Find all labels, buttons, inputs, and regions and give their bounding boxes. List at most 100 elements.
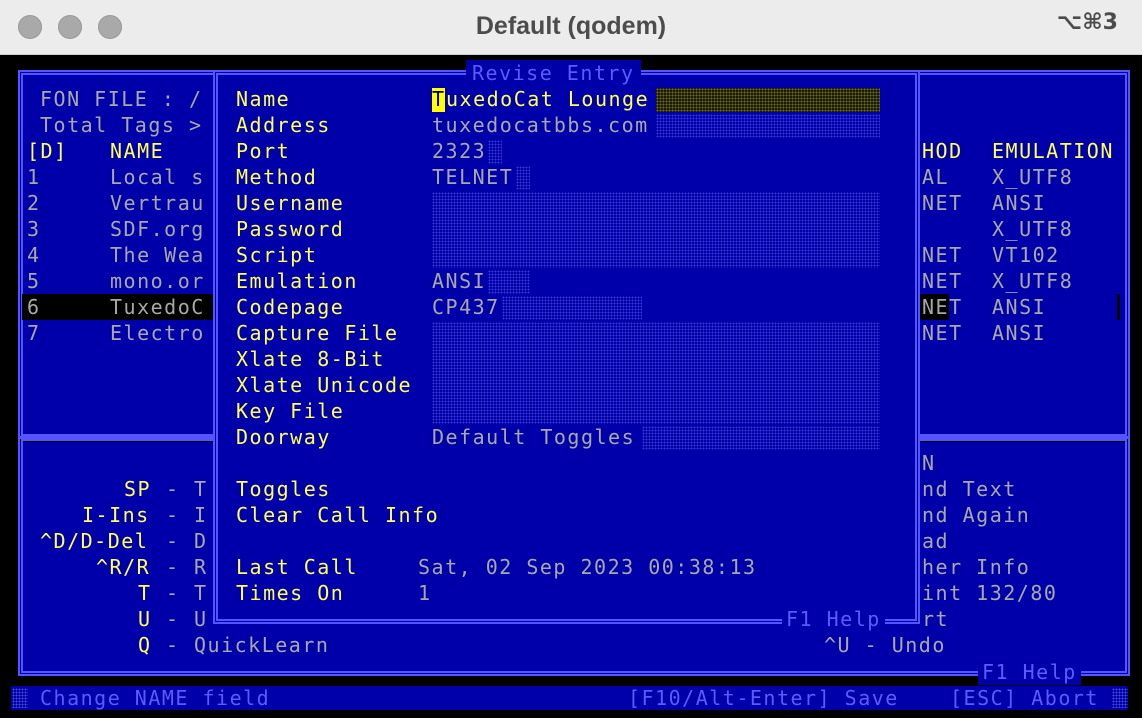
times-on-label: Times On xyxy=(236,581,345,605)
row-name[interactable]: TuxedoC xyxy=(110,294,205,320)
name-field-cursor-char[interactable]: T xyxy=(432,86,446,112)
total-tags-label: Total Tags > xyxy=(40,113,203,137)
field-label-script: Script xyxy=(236,243,318,267)
key-label: SP xyxy=(124,477,152,501)
key-right-text: nd Text xyxy=(922,477,1017,501)
column-name: NAME xyxy=(110,139,165,163)
dialog-help-label[interactable]: F1 Help xyxy=(782,606,885,632)
key-label: Q xyxy=(138,633,152,657)
key-right-text: int 132/80 xyxy=(922,581,1058,605)
save-shortcut[interactable]: [F10/Alt-Enter] Save xyxy=(628,685,899,711)
row-name[interactable]: SDF.org xyxy=(110,216,205,242)
row-emulation[interactable]: X_UTF8 xyxy=(992,164,1073,190)
row-method[interactable]: NET xyxy=(922,242,963,268)
key-desc: T xyxy=(194,581,208,605)
abort-shortcut[interactable]: [ESC] Abort xyxy=(950,685,1099,711)
field-label-port: Port xyxy=(236,139,291,163)
last-call-value: Sat, 02 Sep 2023 00:38:13 xyxy=(418,555,757,579)
key-desc: QuickLearn xyxy=(194,633,330,657)
row-emulation[interactable]: ANSI xyxy=(992,294,1046,320)
column-emulation: EMULATION xyxy=(992,139,1114,163)
row-name[interactable]: The Wea xyxy=(110,242,205,268)
key-label: I-Ins xyxy=(82,503,150,527)
row-number[interactable]: 5 xyxy=(27,268,41,294)
row-number[interactable]: 2 xyxy=(27,190,41,216)
key-right-text: ad xyxy=(922,529,950,553)
row-number[interactable]: 7 xyxy=(27,320,41,346)
key-desc: D xyxy=(194,529,208,553)
field-label-xlate-8bit: Xlate 8-Bit xyxy=(236,347,385,371)
status-bar-shade-left xyxy=(12,688,28,708)
doorway-field-input[interactable]: Default Toggles xyxy=(432,424,635,450)
field-label-username: Username xyxy=(236,191,345,215)
row-method[interactable]: NET xyxy=(922,294,963,320)
row-number[interactable]: 6 xyxy=(27,294,41,320)
row-number[interactable]: 3 xyxy=(27,216,41,242)
key-right-text: N xyxy=(922,451,936,475)
key-label: ^D/D-Del xyxy=(40,529,149,553)
key-sep: - xyxy=(166,607,180,631)
field-label-key-file: Key File xyxy=(236,399,345,423)
fon-file-label: FON FILE : / xyxy=(40,87,203,111)
field-label-emulation: Emulation xyxy=(236,269,358,293)
clear-call-info-option[interactable]: Clear Call Info xyxy=(236,502,439,528)
key-desc: I xyxy=(194,503,208,527)
row-emulation[interactable]: X_UTF8 xyxy=(992,268,1073,294)
field-label-doorway: Doorway xyxy=(236,425,331,449)
key-sep: - xyxy=(166,581,180,605)
row-number[interactable]: 4 xyxy=(27,242,41,268)
column-method: HOD xyxy=(922,139,963,163)
row-name[interactable]: Local s xyxy=(110,164,205,190)
port-field-input[interactable]: 2323 xyxy=(432,138,486,164)
key-desc: T xyxy=(194,477,208,501)
emulation-field-fill[interactable] xyxy=(488,270,530,294)
row-method[interactable]: NET xyxy=(922,268,963,294)
status-hint: Change NAME field xyxy=(40,686,271,710)
credentials-field-fill[interactable] xyxy=(432,192,880,268)
row-name[interactable]: Vertrau xyxy=(110,190,205,216)
row-method[interactable]: NET xyxy=(922,190,963,216)
codepage-field-fill[interactable] xyxy=(502,296,642,320)
dialog-title: Revise Entry xyxy=(466,60,641,86)
files-field-fill[interactable] xyxy=(432,322,880,424)
key-label: U xyxy=(138,607,152,631)
last-call-label: Last Call xyxy=(236,555,358,579)
outer-help-label[interactable]: F1 Help xyxy=(978,659,1081,685)
undo-hint: ^U - Undo xyxy=(824,633,946,657)
toggles-option[interactable]: Toggles xyxy=(236,476,331,502)
field-label-method: Method xyxy=(236,165,318,189)
key-desc: R xyxy=(194,555,208,579)
method-field-fill[interactable] xyxy=(516,166,530,190)
row-method[interactable]: NET xyxy=(922,320,963,346)
row-name[interactable]: Electro xyxy=(110,320,205,346)
row-number[interactable]: 1 xyxy=(27,164,41,190)
key-desc: U xyxy=(194,607,208,631)
key-sep: - xyxy=(166,633,180,657)
window-title: Default (qodem) xyxy=(475,12,667,40)
key-sep: - xyxy=(166,477,180,501)
row-emulation[interactable]: VT102 xyxy=(992,242,1060,268)
key-right-text: nd Again xyxy=(922,503,1031,527)
window-shortcut: ⌥⌘3 xyxy=(1056,10,1118,35)
name-field-fill[interactable] xyxy=(656,88,880,112)
address-field-input[interactable]: tuxedocatbbs.com xyxy=(432,112,649,138)
row-emulation[interactable]: X_UTF8 xyxy=(992,216,1073,242)
port-field-fill[interactable] xyxy=(488,140,502,164)
times-on-value: 1 xyxy=(418,581,432,605)
address-field-fill[interactable] xyxy=(656,114,880,138)
method-field-input[interactable]: TELNET xyxy=(432,164,513,190)
row-emulation[interactable]: ANSI xyxy=(992,190,1046,216)
doorway-field-fill[interactable] xyxy=(642,426,880,450)
field-label-codepage: Codepage xyxy=(236,295,345,319)
key-label: ^R/R xyxy=(96,555,151,579)
codepage-field-input[interactable]: CP437 xyxy=(432,294,500,320)
emulation-field-input[interactable]: ANSI xyxy=(432,268,486,294)
name-field-input[interactable]: uxedoCat Lounge xyxy=(446,86,649,112)
row-name[interactable]: mono.or xyxy=(110,268,205,294)
field-label-password: Password xyxy=(236,217,345,241)
row-emulation[interactable]: ANSI xyxy=(992,320,1046,346)
field-label-address: Address xyxy=(236,113,331,137)
key-right-text: her Info xyxy=(922,555,1031,579)
row-method[interactable]: AL xyxy=(922,164,949,190)
field-label-xlate-unicode: Xlate Unicode xyxy=(236,373,413,397)
